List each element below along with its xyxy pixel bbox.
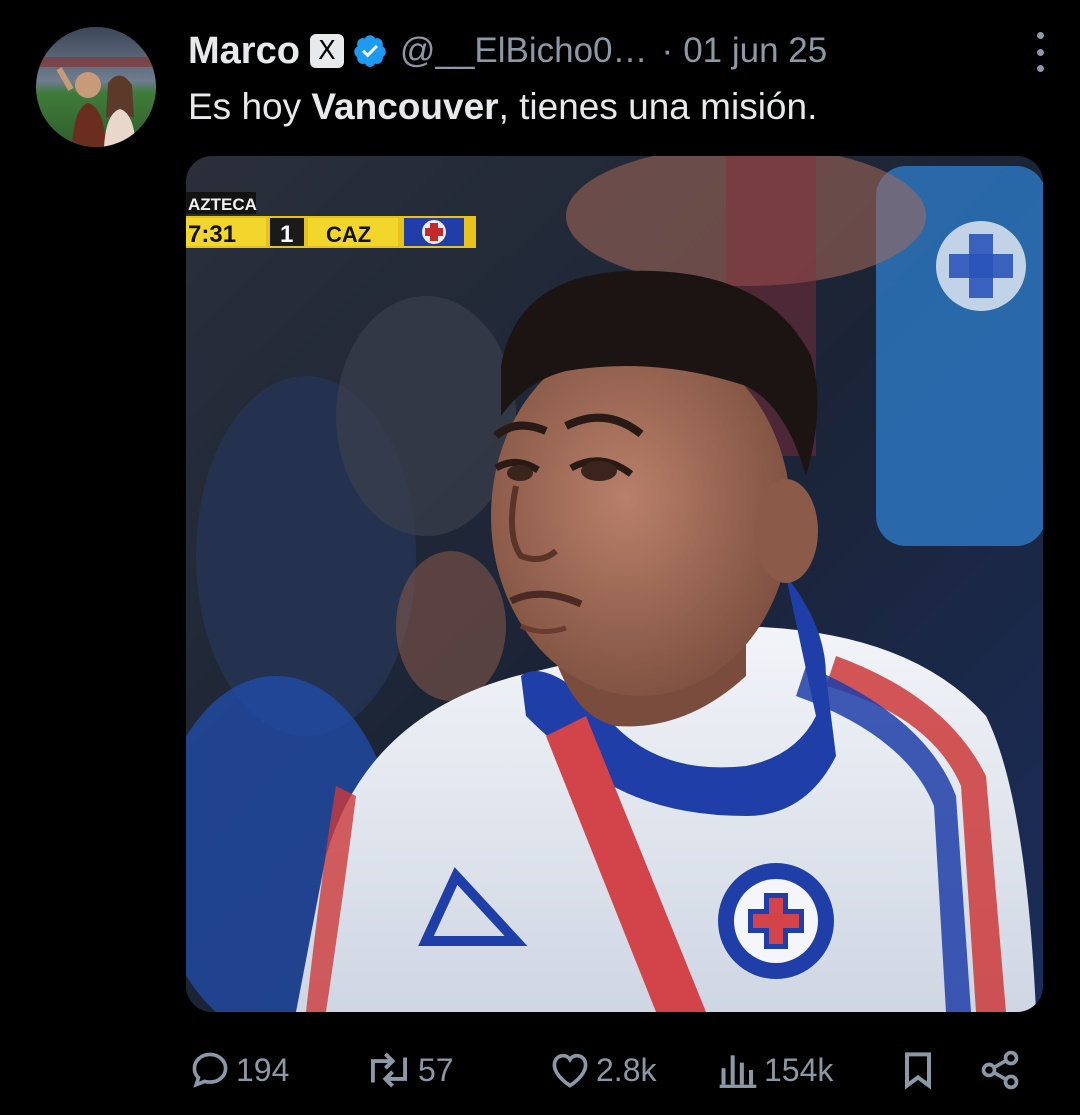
- reply-icon: [192, 1052, 228, 1088]
- scoreboard-network: AZTECA: [188, 195, 257, 214]
- share-button[interactable]: [978, 1045, 1022, 1095]
- reply-count: 194: [236, 1051, 290, 1088]
- repost-count: 57: [418, 1051, 454, 1088]
- tweet-text: Es hoy Vancouver, tienes una misión.: [188, 86, 817, 128]
- tweet-media-image[interactable]: AZTECA 7:31 1 CAZ: [186, 156, 1043, 1012]
- header-separator: ·: [661, 31, 674, 70]
- more-options-icon[interactable]: [1030, 32, 1050, 72]
- share-icon: [981, 1050, 1019, 1090]
- x-badge-icon: X: [309, 34, 344, 68]
- tweet-header: Marco X @__ElBicho0… · 01 jun 25: [188, 26, 1050, 76]
- avatar-image: [36, 27, 156, 147]
- author-name[interactable]: Marco: [188, 30, 300, 73]
- like-button[interactable]: 2.8k: [548, 1045, 656, 1095]
- like-count: 2.8k: [596, 1051, 657, 1088]
- reply-button[interactable]: 194: [188, 1045, 289, 1095]
- author-handle[interactable]: @__ElBicho0…: [400, 31, 648, 71]
- tweet-text-bold: Vancouver: [311, 86, 499, 127]
- views-button[interactable]: 154k: [716, 1045, 833, 1095]
- bookmark-icon: [904, 1052, 932, 1090]
- heart-icon: [552, 1053, 588, 1088]
- scoreboard-clock: 7:31: [188, 221, 236, 248]
- scoreboard-team: CAZ: [326, 222, 371, 247]
- tweet-text-start: Es hoy: [188, 86, 312, 127]
- views-icon: [719, 1055, 757, 1088]
- tweet-date[interactable]: 01 jun 25: [683, 31, 827, 71]
- scoreboard-score: 1: [280, 221, 293, 248]
- tweet-text-end: , tienes una misión.: [498, 86, 818, 127]
- author-avatar[interactable]: [36, 27, 156, 147]
- crying-fan-photo: AZTECA 7:31 1 CAZ: [186, 156, 1043, 1012]
- verified-badge-icon[interactable]: [352, 33, 388, 69]
- repost-button[interactable]: 57: [364, 1045, 454, 1095]
- tweet-actions: 194 57 2.8k 154k: [188, 1045, 1040, 1095]
- bookmark-button[interactable]: [896, 1045, 940, 1095]
- repost-icon: [370, 1052, 408, 1088]
- views-count: 154k: [764, 1051, 834, 1088]
